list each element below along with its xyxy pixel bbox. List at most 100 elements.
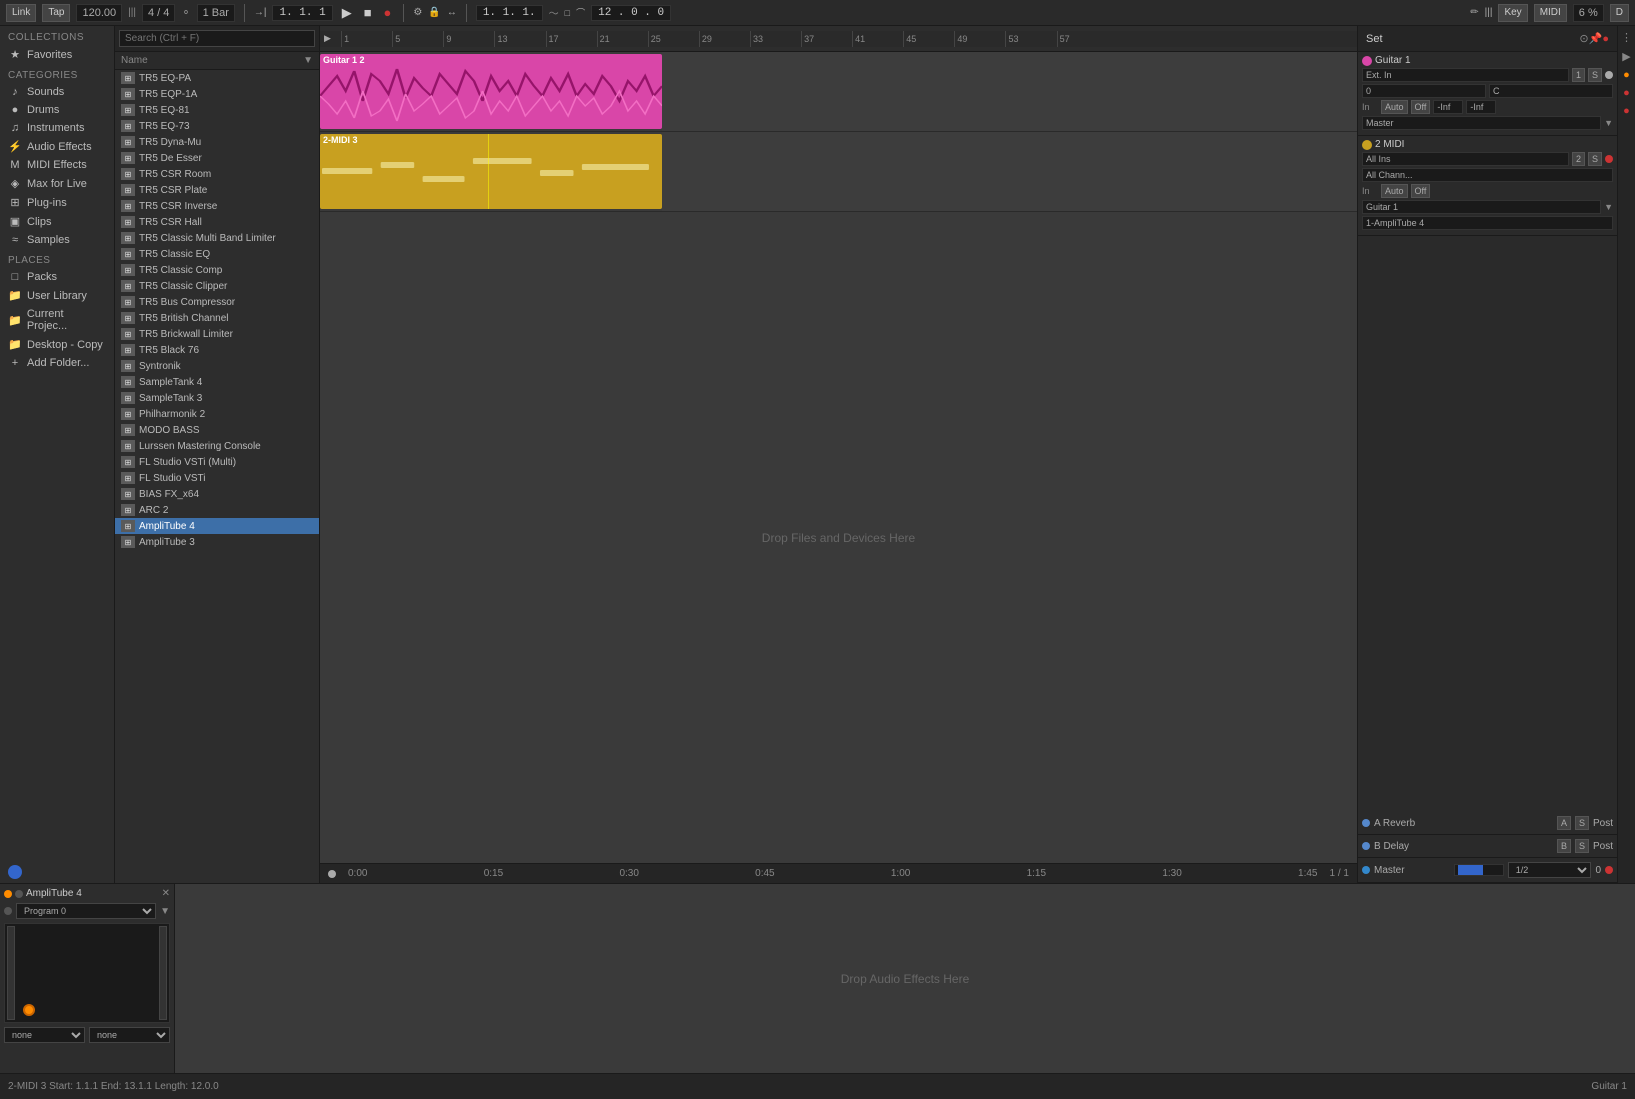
tap-button[interactable]: Tap <box>42 4 70 22</box>
guitar-s-btn[interactable]: S <box>1588 68 1602 82</box>
browser-item[interactable]: ⊞TR5 CSR Hall <box>115 214 319 230</box>
sidebar-item-current-project[interactable]: 📁 Current Projec... <box>0 305 114 335</box>
midi-input-display[interactable]: All Ins <box>1362 152 1569 166</box>
sidebar-item-midi-effects[interactable]: M MIDI Effects <box>0 156 114 174</box>
sort-button[interactable]: ▼ <box>303 55 313 66</box>
red-dot-icon-2[interactable]: ● <box>1622 104 1631 118</box>
browser-item[interactable]: ⊞TR5 Black 76 <box>115 342 319 358</box>
program-select[interactable]: Program 0 <box>16 903 156 919</box>
a-reverb-letter[interactable]: A <box>1557 816 1571 830</box>
browser-item[interactable]: ⊞TR5 British Channel <box>115 310 319 326</box>
guitar-routing-display[interactable]: Master <box>1362 116 1601 130</box>
b-delay-s[interactable]: S <box>1575 839 1589 853</box>
midi-all-chan[interactable]: All Chann... <box>1362 168 1613 182</box>
browser-item[interactable]: ⊞Lurssen Mastering Console <box>115 438 319 454</box>
a-reverb-s[interactable]: S <box>1575 816 1589 830</box>
guitar-auto-btn[interactable]: Auto <box>1381 100 1408 114</box>
midi-s-btn[interactable]: S <box>1588 152 1602 166</box>
midi-number-btn[interactable]: 2 <box>1572 152 1585 166</box>
guitar-input-display[interactable]: Ext. In <box>1362 68 1569 82</box>
browser-item[interactable]: ⊞TR5 CSR Room <box>115 166 319 182</box>
play-button[interactable]: ▶ <box>339 5 355 21</box>
browser-item[interactable]: ⊞TR5 Brickwall Limiter <box>115 326 319 342</box>
guitar-routing-arrow[interactable]: ▼ <box>1604 118 1613 128</box>
stop-button[interactable]: ■ <box>361 5 375 20</box>
link-button[interactable]: Link <box>6 4 36 22</box>
sidebar-item-add-folder[interactable]: + Add Folder... <box>0 354 114 372</box>
master-meter[interactable] <box>1454 864 1504 876</box>
quantize-display[interactable]: 1 Bar <box>197 4 235 22</box>
key-button[interactable]: Key <box>1498 4 1527 22</box>
bpm-display[interactable]: 120.00 <box>76 4 122 22</box>
master-quantize[interactable]: 1/2 1/4 <box>1508 862 1592 878</box>
sidebar-item-sounds[interactable]: ♪ Sounds <box>0 83 114 101</box>
browser-item[interactable]: ⊞TR5 Classic Multi Band Limiter <box>115 230 319 246</box>
browser-item[interactable]: ⊞TR5 EQ-81 <box>115 102 319 118</box>
browser-item[interactable]: ⊞Philharmonik 2 <box>115 406 319 422</box>
device-dropdown-2[interactable]: none <box>89 1027 170 1043</box>
io-icon[interactable]: ⋮ <box>1620 30 1633 45</box>
device-dropdown-1[interactable]: none <box>4 1027 85 1043</box>
browser-item[interactable]: ⊞TR5 Classic Comp <box>115 262 319 278</box>
drop-zone[interactable]: Drop Files and Devices Here <box>320 212 1357 863</box>
sidebar-item-plug-ins[interactable]: ⊞ Plug-ins <box>0 193 114 212</box>
midi-button[interactable]: MIDI <box>1534 4 1567 22</box>
time-sig-display[interactable]: 4 / 4 <box>142 4 175 22</box>
browser-item[interactable]: ⊞MODO BASS <box>115 422 319 438</box>
browser-item[interactable]: ⊞SampleTank 4 <box>115 374 319 390</box>
midi-device-display[interactable]: 1-AmpliTube 4 <box>1362 216 1613 230</box>
record-button[interactable]: ● <box>381 5 395 20</box>
b-delay-letter[interactable]: B <box>1557 839 1571 853</box>
guitar-clip[interactable]: Guitar 1 2 <box>320 54 662 129</box>
sidebar-item-instruments[interactable]: ♫ Instruments <box>0 119 114 137</box>
guitar-number-btn[interactable]: 1 <box>1572 68 1585 82</box>
browser-item[interactable]: ⊞TR5 Dyna-Mu <box>115 134 319 150</box>
mixer-pin-btn[interactable]: 📌 <box>1589 32 1603 45</box>
midi-auto-btn[interactable]: Auto <box>1381 184 1408 198</box>
browser-item[interactable]: ⊞Syntronik <box>115 358 319 374</box>
d-button[interactable]: D <box>1610 4 1629 22</box>
guitar-vol-2[interactable]: C <box>1489 84 1613 98</box>
sidebar-item-drums[interactable]: ● Drums <box>0 101 114 119</box>
midi-routing-arrow[interactable]: ▼ <box>1604 202 1613 212</box>
browser-item[interactable]: ⊞TR5 CSR Inverse <box>115 198 319 214</box>
browser-item[interactable]: ⊞FL Studio VSTi <box>115 470 319 486</box>
device-close-btn[interactable]: ✕ <box>162 888 170 899</box>
browser-item[interactable]: ⊞TR5 EQ-PA <box>115 70 319 86</box>
browser-item[interactable]: ⊞TR5 CSR Plate <box>115 182 319 198</box>
browser-item[interactable]: ⊞ARC 2 <box>115 502 319 518</box>
orange-dot-icon[interactable]: ● <box>1622 68 1631 82</box>
sidebar-item-clips[interactable]: ▣ Clips <box>0 212 114 231</box>
loop-indicator[interactable] <box>8 865 22 879</box>
browser-item[interactable]: ⊞TR5 Classic EQ <box>115 246 319 262</box>
midi-off-btn[interactable]: Off <box>1411 184 1431 198</box>
browser-item[interactable]: ⊞AmpliTube 4 <box>115 518 319 534</box>
red-dot-icon-1[interactable]: ● <box>1622 86 1631 100</box>
device-knob[interactable] <box>23 1004 35 1016</box>
mixer-record-btn[interactable]: ● <box>1602 33 1609 45</box>
guitar-vol-1[interactable]: 0 <box>1362 84 1486 98</box>
browser-item[interactable]: ⊞TR5 EQP-1A <box>115 86 319 102</box>
browser-item[interactable]: ⊞TR5 EQ-73 <box>115 118 319 134</box>
browser-item[interactable]: ⊞BIAS FX_x64 <box>115 486 319 502</box>
sidebar-item-user-library[interactable]: 📁 User Library <box>0 286 114 305</box>
midi-clip[interactable]: 2-MIDI 3 <box>320 134 662 209</box>
search-input[interactable] <box>119 30 315 47</box>
sidebar-item-max-for-live[interactable]: ◈ Max for Live <box>0 174 114 193</box>
midi-routing-display[interactable]: Guitar 1 <box>1362 200 1601 214</box>
sidebar-item-packs[interactable]: □ Packs <box>0 268 114 286</box>
browser-item[interactable]: ⊞AmpliTube 3 <box>115 534 319 550</box>
fold-icon[interactable]: ▶ <box>1621 49 1631 64</box>
guitar-timeline[interactable]: Guitar 1 2 <box>320 52 1357 131</box>
sidebar-item-desktop-copy[interactable]: 📁 Desktop - Copy <box>0 335 114 354</box>
browser-item[interactable]: ⊞TR5 Classic Clipper <box>115 278 319 294</box>
browser-item[interactable]: ⊞FL Studio VSTi (Multi) <box>115 454 319 470</box>
browser-item[interactable]: ⊞TR5 Bus Compressor <box>115 294 319 310</box>
mixer-collapse-btn[interactable]: ⊙ <box>1579 32 1588 45</box>
effects-zone[interactable]: Drop Audio Effects Here <box>175 884 1635 1073</box>
sidebar-item-favorites[interactable]: ★ Favorites <box>0 45 114 64</box>
sidebar-item-samples[interactable]: ≈ Samples <box>0 231 114 249</box>
guitar-off-btn[interactable]: Off <box>1411 100 1431 114</box>
sidebar-item-audio-effects[interactable]: ⚡ Audio Effects <box>0 137 114 156</box>
browser-item[interactable]: ⊞SampleTank 3 <box>115 390 319 406</box>
